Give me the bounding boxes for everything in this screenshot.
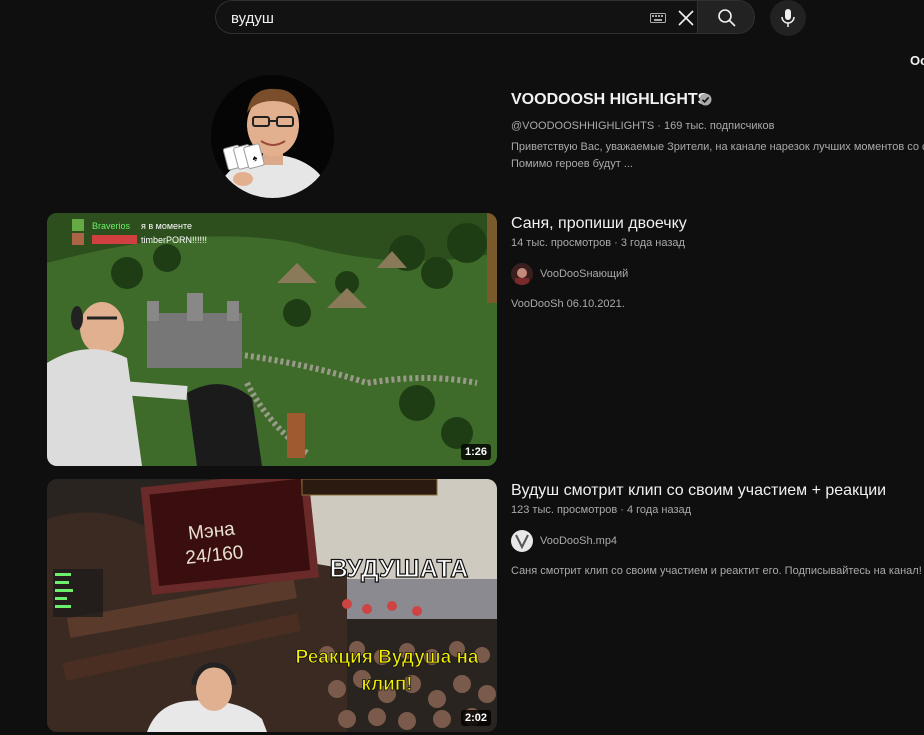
video-description: Саня смотрит клип со своим участием и ре… — [511, 565, 922, 577]
video-channel-name[interactable]: VooDooSнающий — [540, 268, 628, 280]
search-input[interactable]: вудуш — [215, 0, 698, 34]
verified-icon — [699, 93, 712, 106]
channel-title[interactable]: VOODOOSH HIGHLIGHTS — [511, 91, 708, 109]
overlay-banner: ВУДУШАТА — [330, 555, 469, 583]
channel-description-line: Приветствую Вас, уважаемые Зрители, на к… — [511, 141, 924, 153]
channel-avatar[interactable]: ♠ — [211, 75, 334, 198]
video-channel-name[interactable]: VooDooSh.mp4 — [540, 535, 617, 547]
search-button[interactable] — [697, 0, 755, 34]
keyboard-icon[interactable] — [650, 13, 666, 23]
overlay-chat-text: timberPORN!!!!!! — [141, 235, 207, 245]
close-icon[interactable] — [676, 8, 696, 28]
overlay-caption: Реакция Вудуша на — [296, 647, 479, 668]
microphone-icon — [781, 9, 795, 27]
voice-search-button[interactable] — [770, 0, 806, 36]
video-thumbnail[interactable]: Braverios я в моменте timberPORN!!!!!! 1… — [47, 213, 497, 466]
video-title[interactable]: Вудуш смотрит клип со своим участием + р… — [511, 482, 886, 500]
video-duration: 2:02 — [460, 710, 491, 726]
channel-avatar-small[interactable] — [511, 263, 533, 285]
video-meta: 14 тыс. просмотров · 3 года назад — [511, 237, 685, 249]
corner-label[interactable]: Ос — [910, 53, 924, 68]
search-query[interactable]: вудуш — [231, 10, 274, 27]
video-meta: 123 тыс. просмотров · 4 года назад — [511, 504, 692, 516]
channel-avatar-small[interactable] — [511, 530, 533, 552]
overlay-chat-name: Braverios — [92, 221, 131, 231]
search-icon — [718, 9, 736, 27]
video-duration: 1:26 — [460, 444, 491, 460]
overlay-chat-text: я в моменте — [141, 221, 192, 231]
video-thumbnail[interactable]: Мэна 24/160 ВУДУШАТА Реакция Вудуша на к… — [47, 479, 497, 732]
overlay-caption: клип! — [361, 674, 412, 695]
video-description: VooDooSh 06.10.2021. — [511, 298, 625, 310]
channel-description: Приветствую Вас, уважаемые Зрители, на к… — [511, 139, 924, 173]
channel-description-line: Помимо героев будут ... — [511, 158, 633, 170]
channel-meta: @VOODOOSHHIGHLIGHTS · 169 тыс. подписчик… — [511, 120, 775, 132]
video-title[interactable]: Саня, пропиши двоечку — [511, 215, 687, 233]
